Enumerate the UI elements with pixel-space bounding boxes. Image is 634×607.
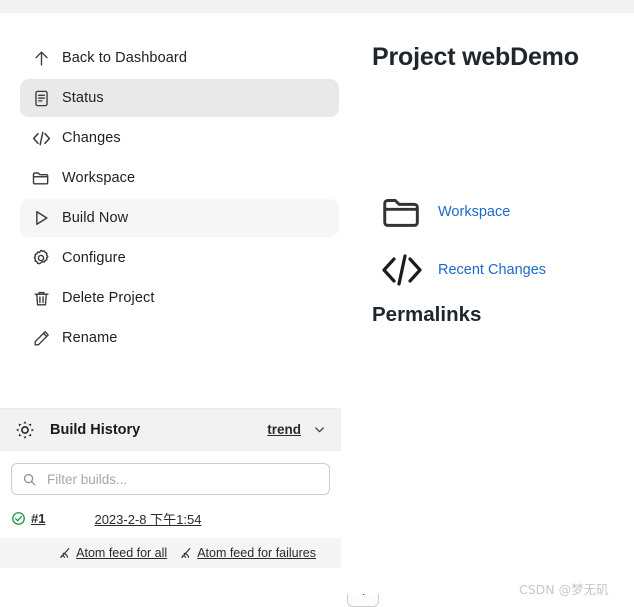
sidebar-item-changes[interactable]: Changes (20, 119, 339, 157)
sidebar-item-label: Back to Dashboard (62, 50, 188, 66)
csdn-watermark: CSDN @梦无矶 (519, 582, 609, 597)
sidebar-item-configure[interactable]: Configure (20, 239, 339, 277)
atom-feed-for-all-link[interactable]: Atom feed for all (58, 546, 167, 560)
pencil-icon (20, 329, 62, 348)
sidebar-item-label: Delete Project (62, 290, 155, 306)
rss-icon (58, 546, 72, 560)
sidebar-item-label: Status (62, 90, 104, 106)
sidebar-nav-list: Back to Dashboard Status Changes Workspa… (0, 37, 341, 359)
folder-icon (366, 189, 438, 235)
filter-builds-box[interactable] (11, 463, 330, 495)
filter-builds-wrapper (0, 451, 341, 505)
build-history-title: Build History (50, 421, 141, 438)
sidebar-item-workspace[interactable]: Workspace (20, 159, 339, 197)
page-title: Project webDemo (372, 43, 579, 71)
sidebar-item-back-to-dashboard[interactable]: Back to Dashboard (20, 39, 339, 77)
main-link-label[interactable]: Recent Changes (438, 262, 546, 278)
top-strip (0, 0, 634, 13)
sidebar-item-label: Build Now (62, 210, 129, 226)
atom-feeds-row: Atom feed for all Atom feed for failures (0, 538, 341, 568)
atom-feed-for-failures-link[interactable]: Atom feed for failures (179, 546, 316, 560)
sidebar-item-delete-project[interactable]: Delete Project (20, 279, 339, 317)
trash-icon (20, 289, 62, 308)
success-check-icon (11, 511, 26, 526)
sidebar-item-label: Workspace (62, 170, 136, 186)
main-content: Project webDemo Workspace Recent Changes… (341, 13, 634, 594)
main-link-workspace[interactable]: Workspace (366, 189, 510, 235)
sidebar-item-build-now[interactable]: Build Now (20, 199, 339, 237)
filter-builds-input[interactable] (45, 470, 319, 488)
code-icon (366, 246, 438, 294)
document-icon (20, 89, 62, 108)
build-row[interactable]: #1 2023-2-8 下午1:54 (0, 505, 341, 531)
main-link-recent-changes[interactable]: Recent Changes (366, 246, 546, 294)
trend-link[interactable]: trend (267, 422, 301, 437)
search-icon (22, 472, 37, 487)
gear-icon (20, 248, 62, 268)
main-link-label[interactable]: Workspace (438, 204, 510, 220)
rss-icon (179, 546, 193, 560)
build-timestamp-link[interactable]: 2023-2-8 下午1:54 (94, 509, 201, 528)
build-number-link[interactable]: #1 (31, 511, 45, 526)
feed-label: Atom feed for failures (197, 546, 316, 560)
folder-icon (20, 168, 62, 188)
code-icon (20, 128, 62, 149)
sidebar: Back to Dashboard Status Changes Workspa… (0, 13, 379, 607)
sidebar-item-label: Configure (62, 250, 126, 266)
build-history-section: Build History trend #1 2 (0, 408, 341, 568)
sidebar-item-status[interactable]: Status (20, 79, 339, 117)
sidebar-item-rename[interactable]: Rename (20, 319, 339, 357)
permalinks-heading: Permalinks (372, 303, 482, 326)
sidebar-item-label: Rename (62, 330, 118, 346)
sidebar-item-label: Changes (62, 130, 121, 146)
arrow-up-icon (20, 49, 62, 68)
page-root: Back to Dashboard Status Changes Workspa… (0, 13, 634, 607)
feed-label: Atom feed for all (76, 546, 168, 560)
weather-sun-icon (0, 419, 50, 441)
play-icon (20, 208, 62, 228)
chevron-down-icon[interactable] (312, 422, 327, 437)
build-history-header: Build History trend (0, 408, 341, 451)
